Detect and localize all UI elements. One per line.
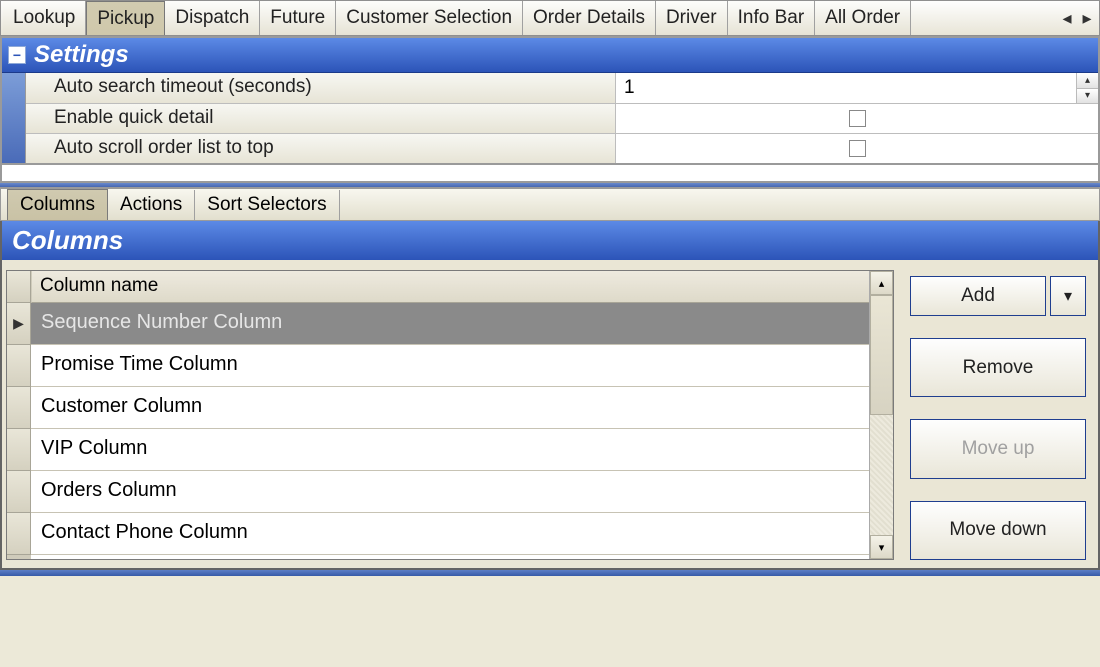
quick-detail-checkbox[interactable] [849, 110, 866, 127]
sub-tab-actions[interactable]: Actions [108, 190, 195, 220]
grid-row-vip[interactable]: VIP Column [31, 429, 869, 471]
setting-row-auto-scroll: Auto scroll order list to top [26, 133, 1098, 163]
row-selector-4[interactable] [7, 471, 31, 513]
bottom-bar [0, 570, 1100, 576]
add-button[interactable]: Add [910, 276, 1046, 316]
tab-driver[interactable]: Driver [656, 1, 728, 35]
collapse-icon[interactable]: − [8, 46, 26, 64]
setting-label-quick-detail: Enable quick detail [26, 104, 616, 133]
columns-panel: Columns ▶ Column name Sequence Number Co… [0, 221, 1100, 570]
tab-scroll-right-icon[interactable]: ▸ [1077, 8, 1097, 29]
spacer [0, 165, 1100, 183]
scroll-down-icon[interactable]: ▾ [870, 535, 893, 559]
grid-row-contact-phone[interactable]: Contact Phone Column [31, 513, 869, 555]
move-up-button[interactable]: Move up [910, 419, 1086, 478]
spinner-up-icon[interactable]: ▴ [1077, 73, 1098, 89]
tab-pickup[interactable]: Pickup [86, 1, 165, 35]
scroll-up-icon[interactable]: ▴ [870, 271, 893, 295]
setting-value-timeout: ▴ ▾ [616, 73, 1098, 103]
timeout-spinner: ▴ ▾ [1076, 73, 1098, 103]
grid-row-promise-time[interactable]: Promise Time Column [31, 345, 869, 387]
tab-dispatch[interactable]: Dispatch [165, 1, 260, 35]
row-selector-1[interactable] [7, 345, 31, 387]
columns-grid: ▶ Column name Sequence Number Column Pro… [6, 270, 894, 560]
tab-future[interactable]: Future [260, 1, 336, 35]
row-selector-5[interactable] [7, 513, 31, 555]
main-tab-strip: Lookup Pickup Dispatch Future Customer S… [0, 0, 1100, 36]
move-down-button[interactable]: Move down [910, 501, 1086, 560]
spinner-down-icon[interactable]: ▾ [1077, 89, 1098, 104]
settings-title: Settings [34, 41, 129, 69]
row-selector-3[interactable] [7, 429, 31, 471]
remove-button[interactable]: Remove [910, 338, 1086, 397]
columns-title: Columns [2, 221, 1098, 260]
auto-scroll-checkbox[interactable] [849, 140, 866, 157]
row-selector-0[interactable]: ▶ [7, 303, 31, 345]
tab-lookup[interactable]: Lookup [3, 1, 86, 35]
tab-all-order[interactable]: All Order [815, 1, 911, 35]
sub-tab-sort-selectors[interactable]: Sort Selectors [195, 190, 339, 220]
grid-row-orders[interactable]: Orders Column [31, 471, 869, 513]
sub-tab-strip: Columns Actions Sort Selectors [0, 187, 1100, 221]
tab-order-details[interactable]: Order Details [523, 1, 656, 35]
add-dropdown-icon[interactable]: ▾ [1050, 276, 1086, 316]
grid-corner [7, 271, 31, 303]
setting-row-quick-detail: Enable quick detail [26, 103, 1098, 133]
setting-label-timeout: Auto search timeout (seconds) [26, 73, 616, 103]
sub-tab-columns[interactable]: Columns [7, 189, 108, 220]
settings-gutter [2, 73, 26, 163]
settings-group: − Settings Auto search timeout (seconds)… [0, 36, 1100, 165]
setting-label-auto-scroll: Auto scroll order list to top [26, 134, 616, 163]
scroll-track[interactable] [870, 295, 893, 535]
tab-scroll-left-icon[interactable]: ◂ [1057, 8, 1077, 29]
setting-row-timeout: Auto search timeout (seconds) ▴ ▾ [26, 73, 1098, 103]
tab-customer-selection[interactable]: Customer Selection [336, 1, 523, 35]
settings-header: − Settings [2, 38, 1098, 73]
row-selector-2[interactable] [7, 387, 31, 429]
grid-row-customer[interactable]: Customer Column [31, 387, 869, 429]
grid-row-sequence-number[interactable]: Sequence Number Column [31, 303, 869, 345]
grid-scrollbar: ▴ ▾ [869, 271, 893, 559]
grid-column-header[interactable]: Column name [31, 271, 869, 303]
tab-info-bar[interactable]: Info Bar [728, 1, 816, 35]
timeout-input[interactable] [624, 77, 1090, 99]
buttons-column: Add ▾ Remove Move up Move down [910, 270, 1086, 560]
scroll-thumb[interactable] [870, 295, 893, 415]
